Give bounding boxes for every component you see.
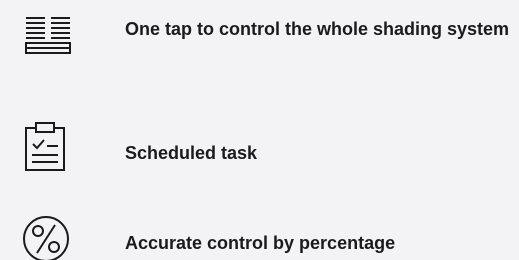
feature-label: Scheduled task [125, 143, 258, 163]
feature-list: One tap to control the whole shading sys… [0, 0, 519, 260]
shading-blinds-icon [22, 12, 74, 64]
feature-item-scheduled-task: Scheduled task [0, 100, 519, 180]
feature-item-percentage-control: Accurate control by percentage [0, 195, 519, 260]
feature-item-shading-control: One tap to control the whole shading sys… [0, 0, 519, 90]
percent-circle-icon [22, 213, 74, 260]
clipboard-checklist-icon [22, 120, 74, 172]
feature-label: Accurate control by percentage [125, 233, 396, 253]
feature-label: One tap to control the whole shading sys… [125, 19, 510, 39]
